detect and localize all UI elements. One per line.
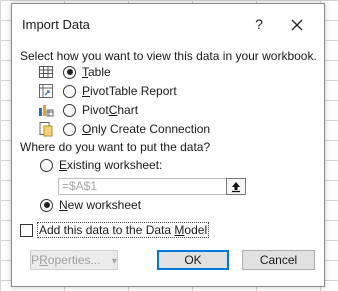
help-button[interactable]: ? xyxy=(249,14,269,34)
option-new-worksheet[interactable]: New worksheet xyxy=(40,196,141,214)
import-data-dialog: Import Data ? Select how you want to vie… xyxy=(11,3,325,287)
ok-button[interactable]: OK xyxy=(157,250,229,270)
option-pivottable-report[interactable]: PivotTable Report xyxy=(38,82,177,100)
pivottable-icon xyxy=(39,84,53,98)
option-pivotchart[interactable]: PivotChart xyxy=(38,101,138,119)
data-model-checkbox[interactable] xyxy=(20,223,33,237)
collapse-dialog-button[interactable] xyxy=(226,178,246,195)
existing-worksheet-radio[interactable] xyxy=(40,158,53,172)
existing-worksheet-label: Existing worksheet: xyxy=(59,158,163,172)
close-icon xyxy=(291,19,303,31)
pivotchart-label: PivotChart xyxy=(82,103,139,117)
cell-reference-input[interactable]: =$A$1 xyxy=(58,178,227,195)
option-existing-worksheet[interactable]: Existing worksheet: xyxy=(40,156,162,174)
dialog-title: Import Data xyxy=(22,17,90,32)
pivotchart-radio[interactable] xyxy=(63,103,76,117)
location-heading: Where do you want to put the data? xyxy=(20,140,211,154)
table-icon xyxy=(39,66,53,78)
close-button[interactable] xyxy=(285,12,309,36)
option-table[interactable]: Table xyxy=(38,63,111,81)
dropdown-arrow-icon: ▾ xyxy=(111,256,117,267)
table-label: Table xyxy=(82,65,111,79)
collapse-dialog-icon xyxy=(232,182,240,193)
table-radio[interactable] xyxy=(63,65,76,79)
cancel-button[interactable]: Cancel xyxy=(242,250,315,270)
properties-button[interactable]: PRoperties... ▾ xyxy=(30,250,118,270)
pivottable-label: PivotTable Report xyxy=(82,84,177,98)
new-worksheet-label: New worksheet xyxy=(59,198,142,212)
connection-label: Only Create Connection xyxy=(82,122,211,136)
data-model-option[interactable]: Add this data to the Data Model xyxy=(20,222,210,238)
pivotchart-icon xyxy=(39,105,54,117)
connection-icon xyxy=(39,122,53,137)
view-heading: Select how you want to view this data in… xyxy=(20,49,317,63)
new-worksheet-radio[interactable] xyxy=(40,198,53,212)
pivottable-radio[interactable] xyxy=(63,84,76,98)
option-only-create-connection[interactable]: Only Create Connection xyxy=(38,120,210,138)
data-model-label: Add this data to the Data Model xyxy=(37,222,210,238)
connection-radio[interactable] xyxy=(63,122,76,136)
